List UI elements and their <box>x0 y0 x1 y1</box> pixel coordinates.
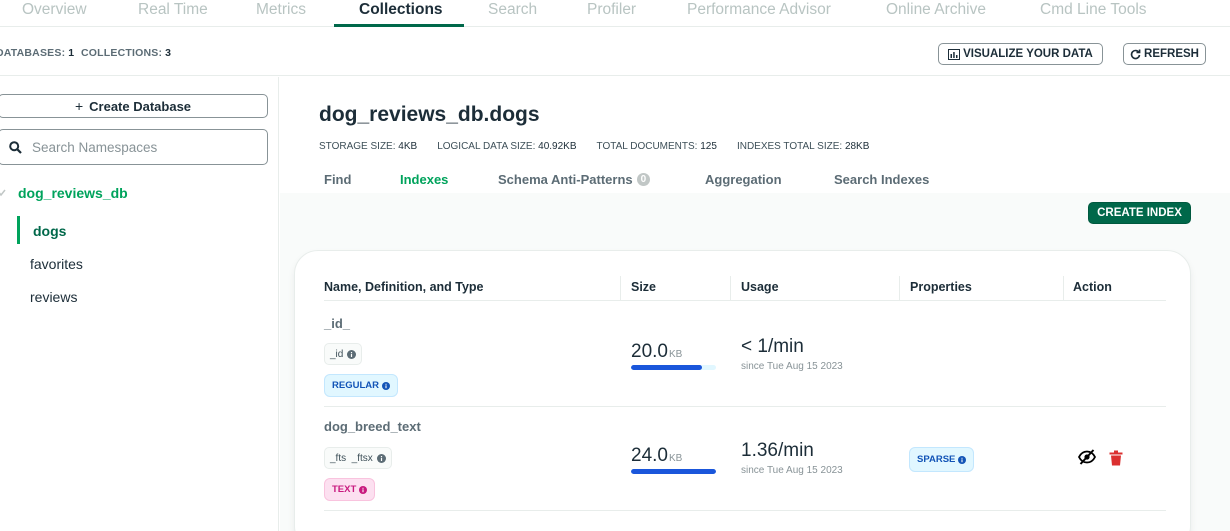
tab-search[interactable]: Search <box>488 0 537 20</box>
index-size: 20.0KB <box>631 341 683 362</box>
refresh-icon <box>1130 49 1141 59</box>
tab-find[interactable]: Find <box>324 172 351 187</box>
schema-tab-label: Schema Anti-Patterns <box>498 172 633 187</box>
tab-collections[interactable]: Collections <box>359 0 443 20</box>
schema-count-badge: 0 <box>636 173 651 186</box>
column-divider <box>620 276 621 300</box>
sidebar: + Create Database dog_reviews_db dogs fa… <box>0 77 279 531</box>
tab-profiler[interactable]: Profiler <box>587 0 636 20</box>
info-icon <box>347 349 357 359</box>
tab-aggregation[interactable]: Aggregation <box>705 172 782 187</box>
index-usage-since: since Tue Aug 15 2023 <box>741 361 843 372</box>
column-divider <box>1063 276 1064 300</box>
total-documents: TOTAL DOCUMENTS: 125 <box>596 141 717 152</box>
tab-metrics[interactable]: Metrics <box>256 0 306 20</box>
namespace-title: dog_reviews_db.dogs <box>319 103 540 126</box>
tab-real-time[interactable]: Real Time <box>138 0 208 20</box>
column-header-name[interactable]: Name, Definition, and Type <box>324 280 484 294</box>
main-panel: dog_reviews_db.dogs STORAGE SIZE: 4KB LO… <box>280 77 1230 531</box>
logical-data-size: LOGICAL DATA SIZE: 40.92KB <box>437 141 577 152</box>
index-key-chip[interactable]: _id <box>324 343 363 365</box>
column-header-size[interactable]: Size <box>631 280 656 294</box>
create-index-button[interactable]: CREATE INDEX <box>1088 202 1191 224</box>
index-size: 24.0KB <box>631 445 683 466</box>
collections-count: COLLECTIONS: 3 <box>81 47 172 59</box>
index-key-chip[interactable]: _fts _ftsx <box>324 447 392 469</box>
active-tab-underline <box>334 24 464 27</box>
index-key: _id <box>330 348 344 360</box>
search-namespaces-field <box>0 129 268 165</box>
refresh-label: REFRESH <box>1144 48 1199 60</box>
index-name: _id_ <box>324 316 351 331</box>
index-type-label: REGULAR <box>332 380 379 391</box>
info-icon[interactable] <box>359 485 368 494</box>
databases-count: DATABASES: 1 <box>0 47 75 59</box>
index-key: _fts _ftsx <box>330 452 373 464</box>
row-divider <box>324 510 1166 511</box>
tab-schema-anti-patterns[interactable]: Schema Anti-Patterns 0 <box>498 172 651 187</box>
plus-icon: + <box>74 98 84 114</box>
index-usage: 1.36/min <box>741 440 814 461</box>
index-size-bar <box>631 469 716 474</box>
index-usage-since: since Tue Aug 15 2023 <box>741 465 843 476</box>
tab-overview[interactable]: Overview <box>22 0 87 20</box>
size-bar-fill <box>631 469 716 474</box>
database-name: dog_reviews_db <box>18 185 128 201</box>
tab-search-indexes[interactable]: Search Indexes <box>834 172 929 187</box>
tab-cmd-line-tools[interactable]: Cmd Line Tools <box>1040 0 1147 20</box>
visualize-label: VISUALIZE YOUR DATA <box>963 48 1093 60</box>
tab-indexes[interactable]: Indexes <box>400 172 448 187</box>
top-nav: Overview Real Time Metrics Collections S… <box>0 0 1230 27</box>
visualize-data-button[interactable]: VISUALIZE YOUR DATA <box>938 43 1103 65</box>
sidebar-item-dogs[interactable]: dogs <box>33 223 66 239</box>
hide-index-icon[interactable] <box>1078 448 1096 466</box>
stats-bar: DATABASES: 1 COLLECTIONS: 3 VISUALIZE YOUR… <box>0 28 1230 76</box>
index-name: dog_breed_text <box>324 419 421 434</box>
create-database-button[interactable]: + Create Database <box>0 94 268 118</box>
column-header-usage[interactable]: Usage <box>741 280 779 294</box>
row-divider <box>324 406 1166 407</box>
column-header-action: Action <box>1073 280 1112 294</box>
header-divider <box>324 300 1166 301</box>
tab-performance-advisor[interactable]: Performance Advisor <box>687 0 831 20</box>
sidebar-item-reviews[interactable]: reviews <box>30 289 77 305</box>
column-header-properties[interactable]: Properties <box>910 280 972 294</box>
active-collection-indicator <box>17 216 20 244</box>
storage-size: STORAGE SIZE: 4KB <box>319 141 418 152</box>
namespace-stats: STORAGE SIZE: 4KB LOGICAL DATA SIZE: 40.… <box>319 141 869 152</box>
search-namespaces-input[interactable] <box>32 139 252 155</box>
sidebar-item-favorites[interactable]: favorites <box>30 256 83 272</box>
indexes-total-size: INDEXES TOTAL SIZE: 28KB <box>736 141 870 152</box>
delete-index-icon[interactable] <box>1107 449 1125 467</box>
column-divider <box>899 276 900 300</box>
info-icon[interactable] <box>381 381 390 390</box>
search-icon <box>9 140 22 154</box>
index-type-label: TEXT <box>332 484 357 495</box>
refresh-button[interactable]: REFRESH <box>1123 43 1206 65</box>
size-bar-fill <box>631 365 702 370</box>
bar-chart-icon <box>948 48 961 60</box>
index-type-badge: TEXT <box>324 478 376 501</box>
create-database-label: Create Database <box>89 98 192 114</box>
info-icon[interactable] <box>958 455 967 464</box>
index-property-badge: SPARSE <box>909 447 975 472</box>
collection-sub-tabs: Find Indexes Schema Anti-Patterns 0 Aggr… <box>280 167 1230 193</box>
index-usage: < 1/min <box>741 336 804 357</box>
index-type-badge: REGULAR <box>324 374 398 397</box>
index-size-bar <box>631 365 716 370</box>
column-divider <box>730 276 731 300</box>
tab-online-archive[interactable]: Online Archive <box>886 0 986 20</box>
index-property-label: SPARSE <box>917 454 956 465</box>
caret-down-icon <box>0 189 6 197</box>
database-item[interactable]: dog_reviews_db <box>0 185 128 201</box>
info-icon <box>376 453 386 463</box>
